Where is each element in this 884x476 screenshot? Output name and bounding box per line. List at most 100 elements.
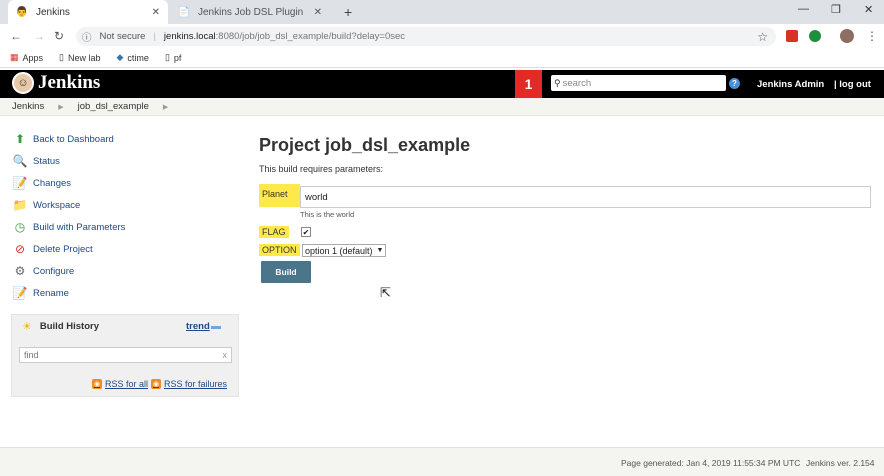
breadcrumb-jenkins[interactable]: Jenkins	[12, 101, 44, 112]
task-build-with-parameters[interactable]: ◷ Build with Parameters	[12, 216, 242, 238]
folder-icon: 📁	[12, 198, 28, 212]
close-tab-icon[interactable]: ✕	[152, 7, 160, 18]
side-panel-tasks: ⬆ Back to Dashboard 🔍 Status 📝 Changes 📁…	[12, 128, 242, 304]
task-changes[interactable]: 📝 Changes	[12, 172, 242, 194]
help-icon[interactable]: ?	[729, 78, 740, 89]
jenkins-logo[interactable]: ☺ Jenkins	[12, 72, 100, 94]
rss-failures-link[interactable]: ◉ RSS for failures	[151, 379, 227, 389]
task-label: Back to Dashboard	[33, 133, 114, 145]
jenkins-header: ☺ Jenkins 1 ⚲ search ? Jenkins Admin | l…	[0, 70, 884, 98]
breadcrumb-job[interactable]: job_dsl_example	[78, 101, 149, 112]
task-configure[interactable]: ⚙ Configure	[12, 260, 242, 282]
tab-title: Jenkins	[36, 6, 70, 18]
task-label: Configure	[33, 265, 75, 277]
page-footer: Page generated: Jan 4, 2019 11:55:34 PM …	[0, 447, 884, 476]
info-icon[interactable]: ⓘ	[82, 30, 92, 44]
task-label: Workspace	[33, 199, 81, 211]
build-requires-parameters-text: This build requires parameters:	[259, 164, 384, 174]
clear-filter-icon[interactable]: x	[223, 350, 228, 360]
close-window-button[interactable]: ✕	[864, 3, 873, 16]
notepad-icon: 📝	[12, 286, 28, 300]
task-label: Rename	[33, 287, 69, 299]
page-icon: 📄	[177, 6, 191, 18]
search-icon: ⚲	[554, 77, 561, 88]
user-link[interactable]: Jenkins Admin	[757, 79, 824, 90]
page-icon: ▯	[164, 52, 170, 62]
clock-icon: ◷	[14, 220, 26, 234]
bookmark-star-icon[interactable]: ☆	[757, 30, 768, 44]
rss-icon: ◉	[151, 379, 161, 389]
rss-icon: ◉	[92, 379, 102, 389]
browser-tab-bar: 👨 Jenkins ✕ 📄 Jenkins Job DSL Plugin ✕ +…	[0, 0, 884, 24]
flag-checkbox[interactable]: ✔	[301, 227, 311, 237]
page-icon: ▯	[59, 52, 64, 62]
task-label: Delete Project	[33, 243, 93, 255]
bookmark-label: pf	[173, 52, 182, 63]
bookmark-label: New lab	[67, 52, 101, 63]
url-divider: |	[153, 31, 156, 42]
up-arrow-icon: ⬆	[14, 132, 26, 146]
search-icon: 🔍	[12, 154, 28, 168]
page-generated-text: Page generated: Jan 4, 2019 11:55:34 PM …	[621, 458, 801, 468]
apps-grid-icon: ▦	[10, 52, 19, 62]
tab-title: Jenkins Job DSL Plugin	[198, 6, 304, 18]
bookmark-new-lab[interactable]: ▯ New lab	[59, 52, 100, 63]
minimize-button[interactable]: —	[798, 3, 809, 15]
extension-icon[interactable]	[809, 30, 821, 42]
gear-icon: ⚙	[14, 264, 26, 278]
menu-icon[interactable]: ⋮	[866, 29, 878, 43]
task-rename[interactable]: 📝 Rename	[12, 282, 242, 304]
planet-input-value: world	[305, 191, 328, 203]
close-tab-icon[interactable]: ✕	[314, 7, 322, 18]
back-icon[interactable]: ←	[10, 29, 22, 43]
rss-all-label: RSS for all	[105, 379, 149, 389]
profile-avatar[interactable]	[840, 29, 854, 43]
rss-all-link[interactable]: ◉ RSS for all	[92, 379, 148, 389]
maximize-button[interactable]: ❐	[831, 3, 841, 16]
bookmark-ctime[interactable]: ◆ ctime	[117, 52, 149, 63]
build-history-widget: ☀ Build History trend find x ◉ RSS for a…	[11, 314, 239, 397]
search-placeholder: search	[562, 77, 592, 89]
extension-icon[interactable]	[786, 30, 798, 42]
browser-tab-jenkins[interactable]: 👨 Jenkins ✕	[8, 0, 168, 24]
url-path: :8080/job/job_dsl_example/build?delay=0s…	[215, 31, 406, 42]
bookmark-apps[interactable]: ▦ Apps	[10, 52, 43, 63]
bookmark-label: Apps	[22, 52, 44, 63]
notepad-icon: 📝	[12, 176, 28, 190]
breadcrumb: Jenkins ▶ job_dsl_example ▶	[0, 98, 884, 116]
task-delete-project[interactable]: ⊘ Delete Project	[12, 238, 242, 260]
trend-link[interactable]: trend	[186, 321, 210, 332]
build-history-title: Build History	[39, 320, 99, 332]
option-param-label: OPTION	[259, 244, 300, 256]
url-bar[interactable]: ⓘ Not secure | jenkins.local :8080/job/j…	[76, 27, 776, 46]
build-button[interactable]: Build	[261, 261, 311, 283]
collapse-icon[interactable]	[211, 326, 221, 329]
logout-link[interactable]: | log out	[834, 79, 871, 90]
browser-tab-job-dsl[interactable]: 📄 Jenkins Job DSL Plugin ✕	[170, 0, 330, 24]
breadcrumb-arrow-icon[interactable]: ▶	[163, 103, 168, 111]
search-box[interactable]: ⚲ search	[551, 75, 726, 91]
build-history-find-input[interactable]: find x	[19, 347, 232, 363]
reload-icon[interactable]: ↻	[54, 29, 64, 43]
new-tab-button[interactable]: +	[344, 4, 352, 20]
sun-weather-icon: ☀	[22, 320, 32, 333]
bookmarks-bar: ▦ Apps ▯ New lab ◆ ctime ▯ pf	[0, 48, 884, 68]
breadcrumb-arrow-icon[interactable]: ▶	[58, 103, 63, 111]
flag-param-label: FLAG	[259, 226, 289, 238]
jenkins-version-link[interactable]: Jenkins ver. 2.154	[806, 458, 875, 468]
mouse-cursor-icon: ⇱	[380, 285, 391, 300]
option-selected-value: option 1 (default)	[305, 245, 373, 256]
planet-description: This is the world	[300, 210, 355, 219]
page-title: Project job_dsl_example	[259, 135, 471, 155]
forward-icon[interactable]: →	[33, 29, 45, 43]
task-workspace[interactable]: 📁 Workspace	[12, 194, 242, 216]
task-status[interactable]: 🔍 Status	[12, 150, 242, 172]
task-label: Changes	[33, 177, 72, 189]
planet-input[interactable]: world	[300, 186, 871, 208]
task-label: Status	[33, 155, 60, 167]
notification-badge[interactable]: 1	[515, 70, 542, 98]
option-select[interactable]: option 1 (default) ▼	[302, 244, 387, 257]
task-back-to-dashboard[interactable]: ⬆ Back to Dashboard	[12, 128, 242, 150]
bookmark-pf[interactable]: ▯ pf	[165, 52, 181, 63]
jenkins-favicon-icon: 👨	[15, 6, 29, 18]
